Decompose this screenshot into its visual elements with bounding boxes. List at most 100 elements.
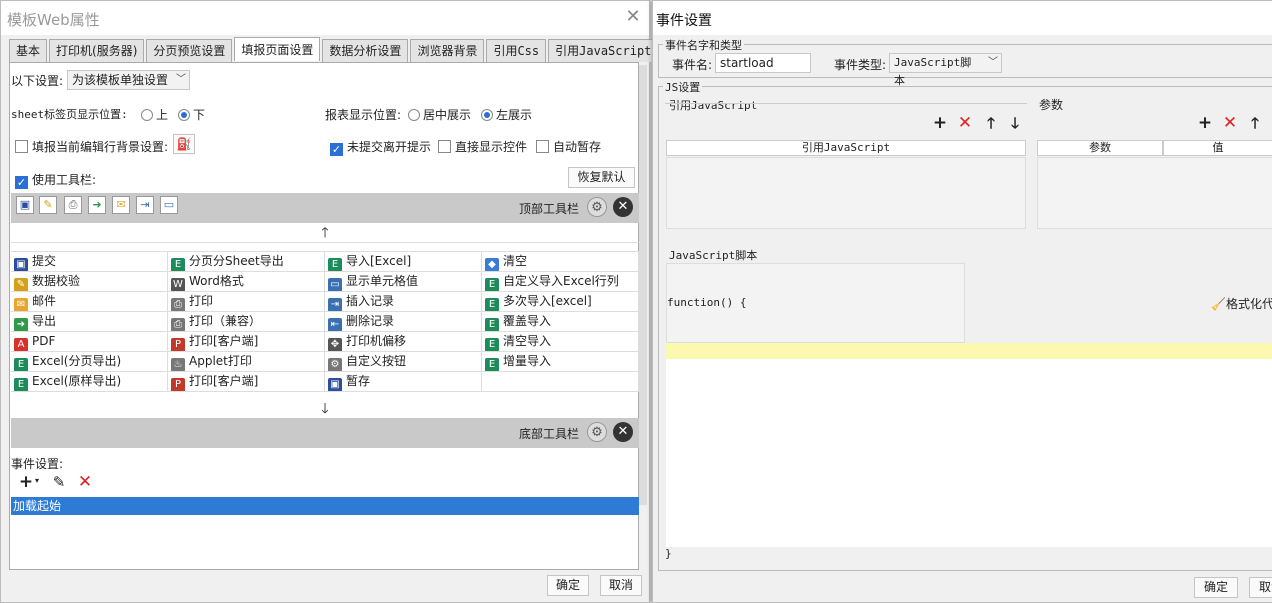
event-name-input[interactable]: startload xyxy=(715,53,811,73)
toolbar-option[interactable]: ♨ Applet打印 xyxy=(168,352,325,371)
add-icon[interactable]: + xyxy=(17,473,35,491)
toolbar-option[interactable]: P 打印[客户端] xyxy=(168,372,325,391)
right-ok-button[interactable]: 确定 xyxy=(1194,577,1238,598)
toolbar-option[interactable]: E 自定义导入Excel行列 xyxy=(482,272,639,291)
toolbar-option[interactable]: ▣ 暂存 xyxy=(325,372,482,391)
restore-default-button[interactable]: 恢复默认 xyxy=(568,167,635,188)
tab-basic[interactable]: 基本 xyxy=(9,39,48,62)
toolbar-option[interactable]: E 导入[Excel] xyxy=(325,252,482,271)
toolbar-option[interactable]: ⇥ 插入记录 xyxy=(325,292,482,311)
right-cancel-button[interactable]: 取消 xyxy=(1249,577,1272,598)
toolbar-option[interactable]: ▣ 提交 xyxy=(11,252,168,271)
ref-js-table[interactable] xyxy=(666,157,1026,229)
sheet-up-radio[interactable]: 上 xyxy=(141,106,168,123)
toolbar-option[interactable]: ✎ 数据校验 xyxy=(11,272,168,291)
edit-icon[interactable]: ✎ xyxy=(50,473,68,491)
report-position-label: 报表显示位置: xyxy=(325,108,402,122)
gear-icon[interactable]: ⚙ xyxy=(587,422,607,442)
toolbar-option[interactable]: W Word格式 xyxy=(168,272,325,291)
arrow-down-icon[interactable]: 🡓 xyxy=(1006,114,1024,132)
grid-row: ➜ 导出 ⎙ 打印（兼容） ⇤ 删除记录 E 覆盖导入 xyxy=(11,312,639,332)
toolbar-option-label: 打印机偏移 xyxy=(346,334,407,348)
delete-icon[interactable]: ✕ xyxy=(76,473,94,491)
toolbar-option[interactable]: E 覆盖导入 xyxy=(482,312,639,331)
chevron-down-icon[interactable]: ▾ xyxy=(35,476,39,485)
remove-param-icon[interactable]: ✕ xyxy=(1221,114,1239,132)
toolbar-option[interactable]: ✉ 邮件 xyxy=(11,292,168,311)
toolbar-option[interactable]: E 分页分Sheet导出 xyxy=(168,252,325,271)
toolbar-option-label: 自定义导入Excel行列 xyxy=(503,274,619,288)
sheet-down-radio[interactable]: 下 xyxy=(178,106,205,123)
save-icon: ▣ xyxy=(14,258,28,271)
tab-fill-page[interactable]: 填报页面设置 xyxy=(234,37,321,61)
fill-bg-label: 填报当前编辑行背景设置: xyxy=(32,140,169,154)
tab-ref-css[interactable]: 引用Css xyxy=(486,39,547,62)
tab-page-preview[interactable]: 分页预览设置 xyxy=(146,39,233,62)
toolbar-option-label: PDF xyxy=(32,334,56,348)
insert-row-icon[interactable]: ⇥ xyxy=(136,196,154,214)
left-ok-button[interactable]: 确定 xyxy=(547,575,589,596)
use-toolbar-checkbox[interactable]: ✓ 使用工具栏: xyxy=(15,171,96,189)
toolbar-option[interactable]: ⇤ 删除记录 xyxy=(325,312,482,331)
arrow-up-icon[interactable]: 🡑 xyxy=(982,114,1000,132)
unsubmit-label: 未提交离开提示 xyxy=(347,140,432,154)
event-type-select[interactable]: JavaScript脚本 ﹀ xyxy=(889,53,1002,87)
fill-bg-checkbox[interactable]: 填报当前编辑行背景设置: xyxy=(15,138,168,155)
report-center-radio[interactable]: 居中展示 xyxy=(408,106,471,123)
pencil-icon[interactable]: ✎ xyxy=(39,196,57,214)
vertical-scrollbar[interactable] xyxy=(639,65,647,505)
toolbar-option[interactable]: ⎙ 打印 xyxy=(168,292,325,311)
add-param-icon[interactable]: + xyxy=(1196,114,1214,132)
toolbar-option[interactable]: E 多次导入[excel] xyxy=(482,292,639,311)
template-web-properties-dialog: 模板Web属性 ✕ 基本 打印机(服务器) 分页预览设置 填报页面设置 数据分析… xyxy=(0,0,659,603)
toolbar-option[interactable]: E Excel(原样导出) xyxy=(11,372,168,391)
close-circle-icon[interactable]: ✕ xyxy=(613,422,633,442)
code-editor[interactable] xyxy=(666,359,1272,547)
toolbar-option[interactable]: ✥ 打印机偏移 xyxy=(325,332,482,351)
tab-browser-bg[interactable]: 浏览器背景 xyxy=(410,39,485,62)
gear-icon[interactable]: ⚙ xyxy=(587,197,607,217)
bg-paint-button[interactable]: ⛽ xyxy=(173,134,195,154)
format-code-button[interactable]: 🧹格式化代 xyxy=(1211,295,1272,312)
add-js-icon[interactable]: + xyxy=(931,114,949,132)
toolbar-option-label: 打印（兼容） xyxy=(189,314,262,328)
autosave-checkbox[interactable]: 自动暂存 xyxy=(536,138,601,155)
toolbar-option[interactable]: P 打印[客户端] xyxy=(168,332,325,351)
move-up-arrow[interactable]: 🡑 xyxy=(11,223,639,243)
param-table[interactable] xyxy=(1037,157,1272,229)
remove-js-icon[interactable]: ✕ xyxy=(956,114,974,132)
arrow-up-icon[interactable]: 🡑 xyxy=(1246,114,1264,132)
settings-select[interactable]: 为该模板单独设置 ﹀ xyxy=(67,70,190,90)
move-down-arrow[interactable]: 🡓 xyxy=(11,399,639,419)
toolbar-option[interactable]: E 清空导入 xyxy=(482,332,639,351)
toolbar-option-label: 暂存 xyxy=(346,374,371,388)
direct-controls-checkbox[interactable]: 直接显示控件 xyxy=(438,138,527,155)
toolbar-option[interactable]: ⎙ 打印（兼容） xyxy=(168,312,325,331)
save-icon: ▣ xyxy=(328,378,342,391)
unsubmit-checkbox[interactable]: ✓ 未提交离开提示 xyxy=(330,138,431,156)
toolbar-option[interactable]: ⚙ 自定义按钮 xyxy=(325,352,482,371)
toolbar-option[interactable]: ◆ 清空 xyxy=(482,252,639,271)
toolbar-option[interactable]: ➜ 导出 xyxy=(11,312,168,331)
window-icon[interactable]: ▭ xyxy=(160,196,178,214)
close-circle-icon[interactable]: ✕ xyxy=(613,197,633,217)
event-list-item[interactable]: 加载起始 xyxy=(11,497,639,515)
close-icon[interactable]: ✕ xyxy=(623,7,643,27)
mail-icon[interactable]: ✉ xyxy=(112,196,130,214)
tab-ref-js[interactable]: 引用JavaScript xyxy=(548,39,659,62)
toolbar-option[interactable]: ▭ 显示单元格值 xyxy=(325,272,482,291)
toolbar-option[interactable]: E Excel(分页导出) xyxy=(11,352,168,371)
left-cancel-button[interactable]: 取消 xyxy=(600,575,642,596)
save-icon[interactable]: ▣ xyxy=(16,196,34,214)
report-left-radio[interactable]: 左展示 xyxy=(481,106,532,123)
toolbar-option[interactable]: E 增量导入 xyxy=(482,352,639,371)
print-icon[interactable]: ⎙ xyxy=(64,196,82,214)
toolbar-option[interactable]: A PDF xyxy=(11,332,168,351)
tab-data-analysis[interactable]: 数据分析设置 xyxy=(322,39,409,62)
arrow-down-icon: 🡓 xyxy=(321,401,329,417)
toolbar-option-label: 导出 xyxy=(32,314,57,328)
excel-icon: E xyxy=(485,318,499,331)
tab-printer-server[interactable]: 打印机(服务器) xyxy=(49,39,145,62)
code-editor-current-line[interactable] xyxy=(666,343,1272,359)
export-icon[interactable]: ➜ xyxy=(88,196,106,214)
